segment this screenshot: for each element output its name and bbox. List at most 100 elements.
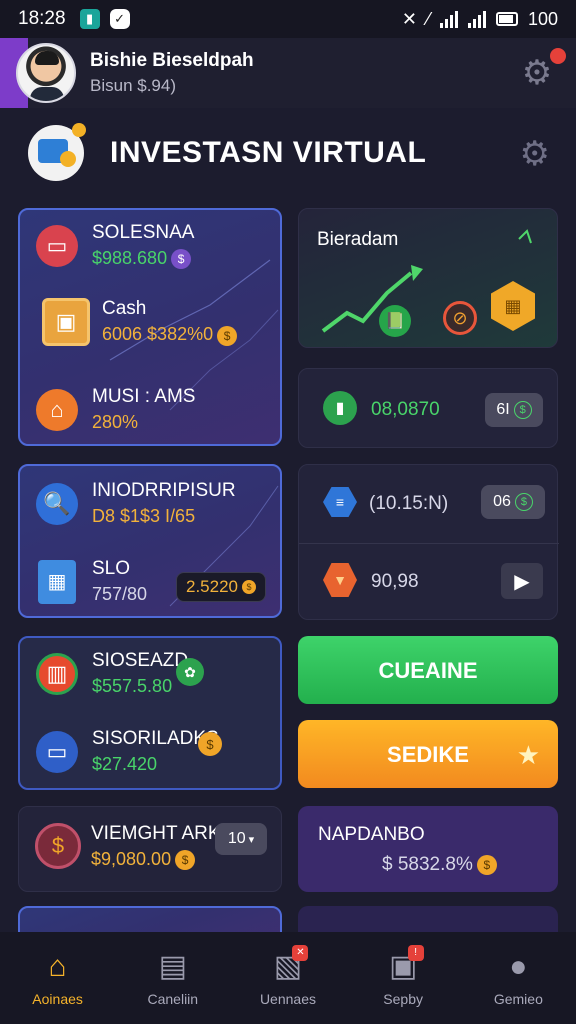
coin-icon: $: [242, 580, 256, 594]
coin-icon: $: [476, 854, 497, 875]
stat-1-value: 08,0870: [371, 399, 440, 420]
document-icon: ▤: [158, 950, 187, 983]
market-card[interactable]: Bieradam 📗 ⊘ ▦: [298, 208, 558, 348]
signal-icon-2: [467, 10, 486, 28]
check-notification-icon: ✓: [109, 9, 130, 29]
app-notification-icon: ▮: [79, 9, 100, 29]
secondary-action-button[interactable]: SEDIKE ★: [298, 720, 558, 788]
title-bar: INVESTASN VIRTUAL ⚙: [0, 112, 576, 194]
napo-value: $ 5832.8%: [382, 854, 473, 875]
portfolio-card[interactable]: ▭ SOLESNAA $988.680 $ ▣ Cash 6006 $382%0 $…: [18, 208, 282, 446]
shield-hex-icon: ▼: [323, 563, 357, 597]
chevron-down-icon: ▾: [248, 833, 255, 846]
savings-icon: ▭: [36, 224, 78, 267]
napo-card[interactable]: NAPDANBO $ 5832.8% $: [298, 806, 558, 892]
cash-value: 6006 $382%0: [102, 324, 214, 345]
calendar-icon: ▦: [38, 559, 76, 604]
primary-action-button[interactable]: CUEAINE: [298, 636, 558, 704]
investment-card-2[interactable]: $ VIEMGHT ARK $9,080.00 $ 10 ▾: [18, 806, 282, 892]
app-logo-icon: [28, 123, 86, 181]
battery-level: 100: [527, 8, 558, 29]
coin-icon: $: [513, 401, 532, 419]
store-icon: ▥: [36, 652, 78, 695]
siosead-label: SIOSEAZD: [92, 650, 189, 671]
chart-hex-icon: ≡: [323, 487, 357, 517]
nav-item-charts[interactable]: ▧ ✕ Uennaes: [230, 945, 345, 1007]
primary-action-label: CUEAINE: [378, 658, 478, 683]
nav-item-home[interactable]: ⌂ Aoinaes: [0, 949, 115, 1007]
inod-label: INIODRRIPISUR: [92, 480, 236, 501]
battery-icon: [495, 12, 518, 26]
nav-item-account[interactable]: ● Gemieo: [461, 949, 576, 1007]
no-entry-icon: ⊘: [443, 301, 477, 335]
investment-card[interactable]: 🔍 INIODRRIPISUR D8 $1$3 I/65 ▦ SLO 757/8…: [18, 464, 282, 618]
nav-item-profile-card[interactable]: ▣ ! Sepby: [346, 945, 461, 1007]
avatar[interactable]: [16, 43, 76, 103]
notification-badge: [550, 48, 566, 64]
music-value: 280%: [92, 412, 139, 432]
slo-pill[interactable]: 2.5220 $: [176, 572, 266, 602]
vm-dropdown-value: 10: [227, 830, 246, 847]
slo-pill-text: 2.5220: [186, 577, 238, 596]
bottom-nav: ⌂ Aoinaes ▤ Caneliin ▧ ✕ Uennaes ▣ ! Sep…: [0, 932, 576, 1024]
person-icon: ●: [509, 950, 528, 983]
wallet-icon: ▮: [323, 391, 357, 425]
vm-dropdown[interactable]: 10 ▾: [215, 823, 267, 855]
nav-label: Caneliin: [147, 991, 199, 1007]
stat-card-2[interactable]: ≡ (10.15:N) 06 $ ▼ 90,98 ▶: [298, 464, 559, 620]
music-label: MUSI : AMS: [92, 386, 196, 407]
notification-badge: ✕: [292, 945, 309, 961]
dollar-coin-icon: $: [35, 823, 81, 869]
divider: [299, 543, 559, 544]
siosrl-value: $27.420: [92, 754, 158, 774]
stat-2-pill-text: 06: [493, 493, 511, 510]
vm-label: VIEMGHT ARK: [91, 823, 221, 844]
stat-1-pill-text: 6I: [496, 401, 510, 418]
arrow-right-button[interactable]: ▶: [501, 563, 543, 599]
settings-gear-icon[interactable]: ⚙: [520, 56, 554, 90]
coin-icon: $: [175, 850, 196, 871]
slo-label: SLO: [92, 558, 131, 579]
status-indicators: ✕ ⁄ 100: [402, 9, 558, 30]
search-icon: 🔍: [36, 482, 78, 525]
nav-item-documents[interactable]: ▤ Caneliin: [115, 949, 230, 1007]
profile-name: Bishie Bieseldpah: [90, 50, 254, 71]
profile-balance: Bisun $.94): [90, 76, 176, 95]
coin-icon: $: [217, 325, 238, 346]
savings-label: SOLESNAA: [92, 222, 195, 243]
stat-2-pill[interactable]: 06 $: [481, 485, 545, 519]
profile-info: Bishie Bieseldpah Bisun $.94): [90, 50, 254, 96]
title-settings-gear-icon[interactable]: ⚙: [520, 134, 550, 174]
home-icon: ⌂: [48, 950, 67, 983]
stat-1-pill[interactable]: 6I $: [485, 393, 543, 427]
page-title: INVESTASN VIRTUAL: [110, 136, 427, 169]
stat-2-value: (10.15:N): [369, 493, 449, 514]
savings-plan-card[interactable]: ▥ SIOSEAZD $557.5.80 ✿ ▭ SISORILADKS $27…: [18, 636, 282, 790]
notification-badge: !: [407, 945, 424, 961]
profile-header: Bishie Bieseldpah Bisun $.94) ⚙: [0, 38, 576, 108]
cash-icon: ▣: [42, 298, 90, 346]
stat-3-value: 90,98: [371, 571, 419, 592]
nav-label: Uennaes: [259, 991, 316, 1007]
napo-label: NAPDANBO: [318, 824, 425, 845]
cash-label: Cash: [102, 298, 147, 320]
coin-icon: $: [198, 732, 222, 756]
siosead-value: $557.5.80: [92, 676, 173, 696]
nav-label: Aoinaes: [32, 991, 83, 1007]
stat-card-1[interactable]: ▮ 08,0870 6I $: [298, 368, 558, 448]
star-icon: ★: [516, 740, 540, 770]
nav-label: Gemieo: [493, 991, 543, 1007]
mute-icon: ✕: [401, 8, 417, 29]
status-bar: 18:28 ▮ ✓ ✕ ⁄ 100: [0, 0, 576, 38]
coin-icon: $: [514, 493, 533, 511]
vm-value: $9,080.00: [91, 849, 172, 869]
leaf-icon: ✿: [176, 658, 204, 686]
status-time: 18:28: [18, 8, 66, 29]
slo-value: 757/80: [92, 584, 148, 604]
signal-icon: [439, 10, 458, 28]
home-shield-icon: ⌂: [36, 388, 78, 431]
coin-icon: $: [171, 249, 192, 270]
card-icon: ▭: [36, 730, 78, 773]
savings-value: $988.680: [92, 248, 168, 268]
book-icon: 📗: [379, 305, 411, 337]
